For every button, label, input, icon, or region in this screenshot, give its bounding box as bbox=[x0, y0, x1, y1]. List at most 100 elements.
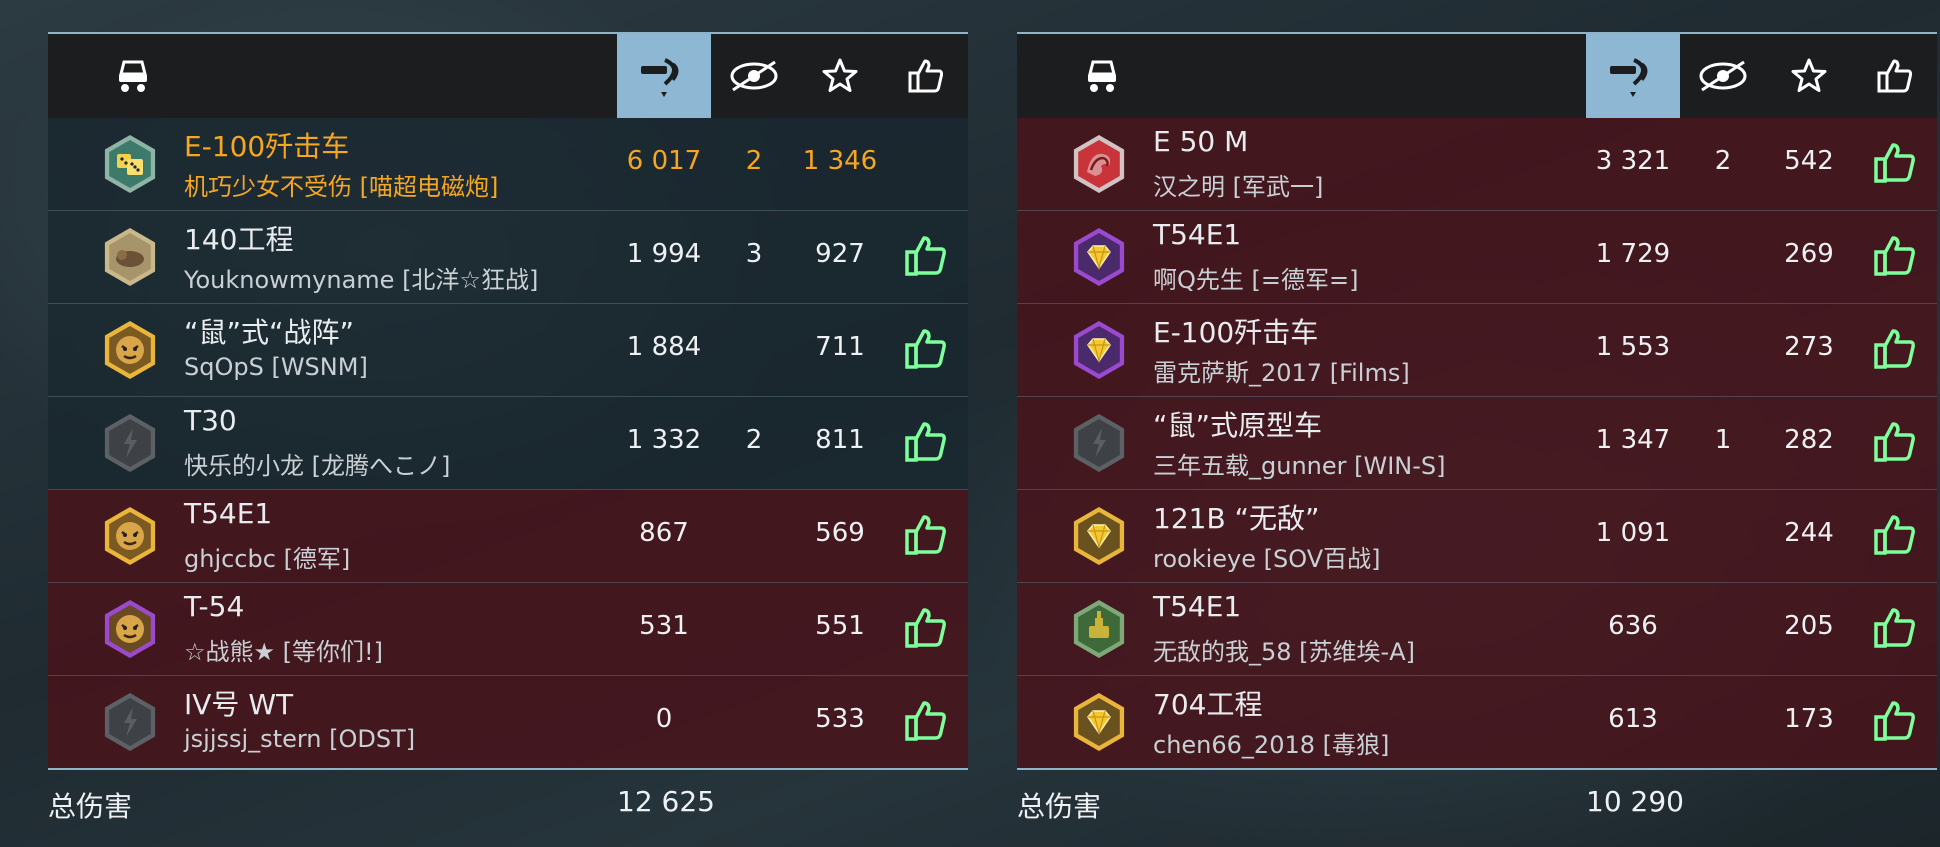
experience-value: 1 346 bbox=[802, 146, 878, 176]
player-name[interactable]: 机巧少女不受伤 [喵超电磁炮] bbox=[184, 167, 498, 202]
damage-value: 1 347 bbox=[1595, 425, 1671, 455]
tank-icon bbox=[119, 60, 147, 92]
player-row[interactable]: E-100歼击车 机巧少女不受伤 [喵超电磁炮] 6 017 2 1 346 bbox=[48, 118, 968, 211]
like-icon[interactable] bbox=[1872, 233, 1918, 279]
player-name[interactable]: 快乐的小龙 [龙腾へこノ] bbox=[184, 446, 450, 481]
tank-name: E-100歼击车 bbox=[184, 130, 350, 163]
player-row[interactable]: E 50 M 汉之明 [军武一] 3 321 2 542 bbox=[1017, 118, 1937, 211]
spotted-value: 2 bbox=[1714, 146, 1732, 176]
tank-name: “鼠”式原型车 bbox=[1153, 409, 1323, 442]
like-column-header[interactable] bbox=[883, 34, 968, 118]
like-icon[interactable] bbox=[903, 698, 949, 744]
total-damage-label: 总伤害 bbox=[1017, 790, 1102, 823]
like-icon[interactable] bbox=[903, 512, 949, 558]
player-row[interactable]: E-100歼击车 雷克萨斯_2017 [Films] 1 553 273 bbox=[1017, 304, 1937, 397]
like-icon[interactable] bbox=[1872, 512, 1918, 558]
gold-tiger-emblem-icon bbox=[100, 506, 160, 566]
experience-column-header[interactable] bbox=[797, 34, 883, 118]
ally-team-table: E-100歼击车 机巧少女不受伤 [喵超电磁炮] 6 017 2 1 346 140工程 Y… bbox=[48, 32, 968, 770]
enemy-team-table: E 50 M 汉之明 [军武一] 3 321 2 542 T54E1 啊Q先生 [=德军=]… bbox=[1017, 32, 1937, 770]
tank-name: “鼠”式“战阵” bbox=[184, 316, 355, 349]
damage-value: 531 bbox=[639, 611, 689, 641]
tank-name: T-54 bbox=[184, 590, 245, 623]
spotted-value: 3 bbox=[745, 239, 763, 269]
like-icon[interactable] bbox=[1872, 419, 1918, 465]
tank-name: IV号 WT bbox=[184, 688, 294, 721]
player-row[interactable]: IV号 WT jsjjssj_stern [ODST] 0 533 bbox=[48, 676, 968, 770]
experience-value: 173 bbox=[1784, 704, 1834, 734]
purple-gem-emblem-icon bbox=[1069, 320, 1129, 380]
player-row[interactable]: T54E1 ghjccbc [德军] 867 569 bbox=[48, 490, 968, 583]
total-damage-value: 10 290 bbox=[1586, 785, 1684, 818]
damage-value: 3 321 bbox=[1595, 146, 1671, 176]
player-row[interactable]: 704工程 chen66_2018 [毒狼] 613 173 bbox=[1017, 676, 1937, 770]
dice-emblem-icon bbox=[100, 134, 160, 194]
like-icon[interactable] bbox=[1872, 698, 1918, 744]
player-name[interactable]: 无敌的我_58 [苏维埃-A] bbox=[1153, 632, 1415, 667]
experience-column-header[interactable] bbox=[1766, 34, 1852, 118]
green-tank-emblem-icon bbox=[1069, 599, 1129, 659]
tank-name: E-100歼击车 bbox=[1153, 316, 1319, 349]
like-icon bbox=[1877, 59, 1912, 93]
player-row[interactable]: 140工程 Youknowmyname [北洋☆狂战] 1 994 3 927 bbox=[48, 211, 968, 304]
damage-value: 1 729 bbox=[1595, 239, 1671, 269]
damage-value: 636 bbox=[1608, 611, 1658, 641]
player-name[interactable]: Youknowmyname [北洋☆狂战] bbox=[184, 260, 538, 295]
damage-value: 1 884 bbox=[626, 332, 702, 362]
damage-value: 613 bbox=[1608, 704, 1658, 734]
total-damage-label: 总伤害 bbox=[48, 790, 133, 823]
tank-name: 121B “无敌” bbox=[1153, 502, 1320, 535]
gold-gem-emblem-icon bbox=[1069, 506, 1129, 566]
tank-name: T54E1 bbox=[1153, 218, 1242, 251]
damage-column-header[interactable] bbox=[617, 34, 711, 118]
player-row[interactable]: T30 快乐的小龙 [龙腾へこノ] 1 332 2 811 bbox=[48, 397, 968, 490]
player-name[interactable]: 啊Q先生 [=德军=] bbox=[1153, 260, 1358, 295]
player-row[interactable]: “鼠”式原型车 三年五载_gunner [WIN-S] 1 347 1 282 bbox=[1017, 397, 1937, 490]
grey-lightning-emblem-icon bbox=[100, 413, 160, 473]
player-name[interactable]: rookieye [SOV百战] bbox=[1153, 539, 1380, 574]
like-column-header[interactable] bbox=[1852, 34, 1937, 118]
enemy-total-damage: 总伤害 10 290 bbox=[1017, 785, 1937, 835]
experience-value: 244 bbox=[1784, 518, 1834, 548]
tank-name: 704工程 bbox=[1153, 688, 1263, 721]
player-name[interactable]: ghjccbc [德军] bbox=[184, 539, 350, 574]
like-icon[interactable] bbox=[903, 326, 949, 372]
player-row[interactable]: T54E1 啊Q先生 [=德军=] 1 729 269 bbox=[1017, 211, 1937, 304]
tank-column-header[interactable] bbox=[1072, 34, 1132, 118]
grey-lightning-emblem-icon bbox=[100, 692, 160, 752]
tank-name: T54E1 bbox=[184, 497, 273, 530]
like-icon[interactable] bbox=[1872, 605, 1918, 651]
experience-value: 269 bbox=[1784, 239, 1834, 269]
ally-total-damage: 总伤害 12 625 bbox=[48, 785, 968, 835]
like-icon[interactable] bbox=[903, 233, 949, 279]
tank-column-header[interactable] bbox=[103, 34, 163, 118]
damage-value: 1 994 bbox=[626, 239, 702, 269]
player-name[interactable]: SqOpS [WSNM] bbox=[184, 353, 368, 381]
like-icon[interactable] bbox=[1872, 326, 1918, 372]
like-icon[interactable] bbox=[903, 419, 949, 465]
spotted-column-header[interactable] bbox=[711, 34, 797, 118]
player-name[interactable]: 雷克萨斯_2017 [Films] bbox=[1153, 353, 1410, 388]
damage-column-header[interactable] bbox=[1586, 34, 1680, 118]
player-name[interactable]: chen66_2018 [毒狼] bbox=[1153, 725, 1389, 760]
player-name[interactable]: ☆战熊★ [等你们!] bbox=[184, 632, 383, 667]
spotted-column-header[interactable] bbox=[1680, 34, 1766, 118]
tank-name: 140工程 bbox=[184, 223, 294, 256]
player-row[interactable]: “鼠”式“战阵” SqOpS [WSNM] 1 884 711 bbox=[48, 304, 968, 397]
damage-icon bbox=[641, 58, 679, 97]
player-row[interactable]: T-54 ☆战熊★ [等你们!] 531 551 bbox=[48, 583, 968, 676]
player-row[interactable]: 121B “无敌” rookieye [SOV百战] 1 091 244 bbox=[1017, 490, 1937, 583]
player-row[interactable]: T54E1 无敌的我_58 [苏维埃-A] 636 205 bbox=[1017, 583, 1937, 676]
experience-value: 811 bbox=[815, 425, 865, 455]
enemy-rows: E 50 M 汉之明 [军武一] 3 321 2 542 T54E1 啊Q先生 [=德军=]… bbox=[1017, 118, 1937, 770]
player-name[interactable]: jsjjssj_stern [ODST] bbox=[184, 725, 415, 753]
player-name[interactable]: 三年五载_gunner [WIN-S] bbox=[1153, 446, 1446, 481]
player-name[interactable]: 汉之明 [军武一] bbox=[1153, 167, 1323, 202]
like-icon[interactable] bbox=[903, 605, 949, 651]
tank-name: T54E1 bbox=[1153, 590, 1242, 623]
experience-value: 711 bbox=[815, 332, 865, 362]
like-icon[interactable] bbox=[1872, 140, 1918, 186]
damage-value: 867 bbox=[639, 518, 689, 548]
experience-value: 569 bbox=[815, 518, 865, 548]
table-header bbox=[1017, 32, 1937, 118]
